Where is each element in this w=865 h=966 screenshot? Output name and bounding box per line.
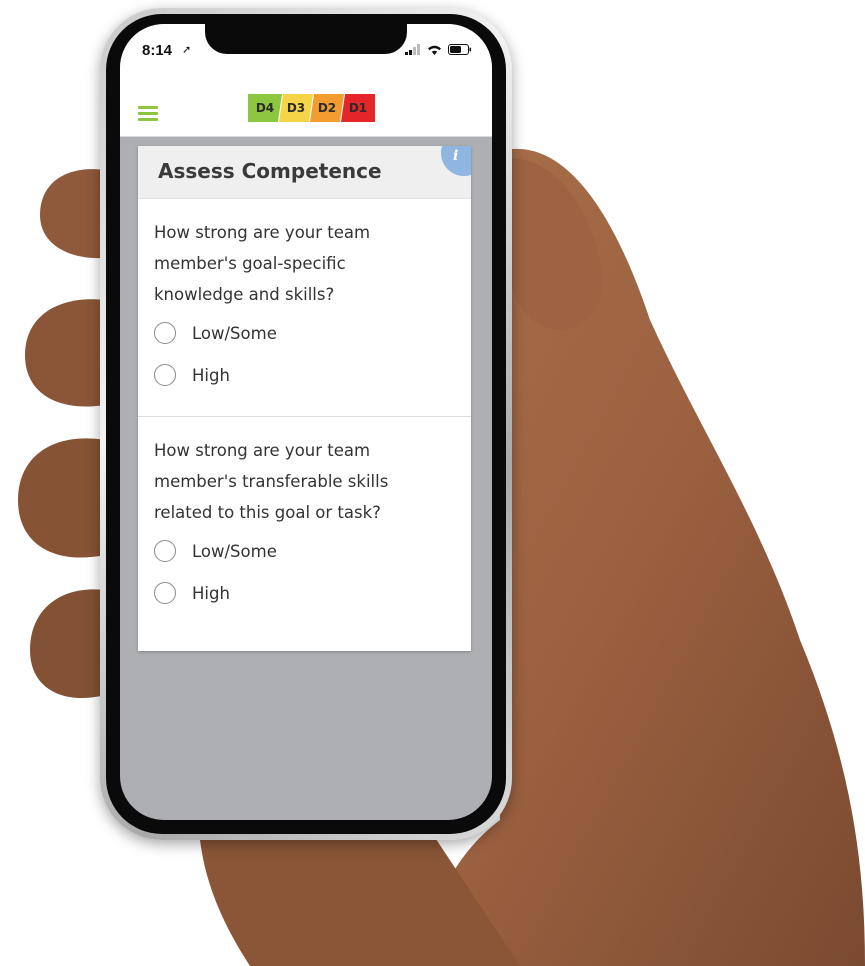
card-header: Assess Competence i (138, 146, 471, 199)
assess-competence-card: Assess Competence i How strong are your … (138, 146, 471, 651)
badge-d1: D1 (341, 94, 375, 122)
status-icons (405, 44, 472, 55)
signal-icon (405, 44, 420, 55)
option-label: High (192, 365, 230, 385)
info-icon-label: i (453, 148, 459, 164)
question-2: How strong are your team member's transf… (138, 417, 471, 604)
hamburger-menu-icon[interactable] (138, 106, 158, 121)
radio-button[interactable] (154, 322, 176, 344)
option-high[interactable]: High (154, 364, 455, 386)
option-label: Low/Some (192, 323, 277, 343)
badge-d3: D3 (279, 94, 313, 122)
option-label: High (192, 583, 230, 603)
radio-button[interactable] (154, 540, 176, 562)
question-text: How strong are your team member's goal-s… (154, 223, 371, 304)
question-text: How strong are your team member's transf… (154, 441, 389, 522)
question-1: How strong are your team member's goal-s… (138, 199, 471, 386)
option-low-some[interactable]: Low/Some (154, 540, 455, 562)
option-high[interactable]: High (154, 582, 455, 604)
development-level-badges: D4 D3 D2 D1 (248, 94, 375, 122)
card-title: Assess Competence (158, 159, 382, 183)
status-time: 8:14 (142, 42, 173, 59)
radio-button[interactable] (154, 364, 176, 386)
app-header: D4 D3 D2 D1 (120, 80, 492, 137)
badge-d2: D2 (310, 94, 344, 122)
info-icon[interactable]: i (441, 146, 471, 176)
radio-button[interactable] (154, 582, 176, 604)
location-arrow-icon: ➚ (182, 43, 192, 56)
wifi-icon (428, 45, 441, 55)
phone-notch (205, 24, 407, 54)
phone-screen: 8:14 ➚ D4 D3 D2 D1 Assess Competence i H… (120, 24, 492, 820)
option-label: Low/Some (192, 541, 277, 561)
option-low-some[interactable]: Low/Some (154, 322, 455, 344)
badge-d4: D4 (248, 94, 282, 122)
battery-icon (448, 44, 472, 55)
